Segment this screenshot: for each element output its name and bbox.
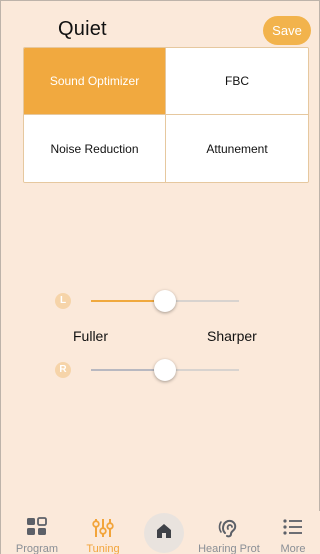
tab-hearing-protection-label: Hearing Prot xyxy=(198,543,260,554)
right-tone-slider-row: R xyxy=(51,358,251,382)
home-button[interactable] xyxy=(144,513,184,553)
tab-tuning-label: Tuning xyxy=(86,543,120,554)
right-tone-track[interactable] xyxy=(91,359,239,381)
tab-more[interactable]: More xyxy=(261,511,320,554)
tone-label-sharper: Sharper xyxy=(207,328,257,344)
tab-program-label: Program xyxy=(15,543,59,554)
tab-bar: Program Tuning Hearing Prot More xyxy=(1,511,320,554)
right-channel-badge: R xyxy=(55,362,71,378)
mode-grid: Sound Optimizer FBC Noise Reduction Attu… xyxy=(23,47,309,183)
home-icon xyxy=(155,522,173,545)
app-screen: Quiet Save Sound Optimizer FBC Noise Red… xyxy=(0,0,320,554)
right-tone-thumb[interactable] xyxy=(154,359,176,381)
left-channel-badge: L xyxy=(55,293,71,309)
left-tone-thumb[interactable] xyxy=(154,290,176,312)
mode-fbc[interactable]: FBC xyxy=(166,48,308,115)
mode-sound-optimizer[interactable]: Sound Optimizer xyxy=(24,48,166,115)
tab-more-label: More xyxy=(280,543,306,554)
page-title: Quiet xyxy=(58,18,107,40)
list-icon xyxy=(282,517,304,542)
tab-tuning[interactable]: Tuning xyxy=(71,511,135,554)
header: Quiet Save xyxy=(1,1,320,45)
tab-program[interactable]: Program xyxy=(5,511,69,554)
ear-icon xyxy=(218,517,240,544)
sliders-icon xyxy=(92,517,114,544)
grid-icon xyxy=(26,517,48,542)
tone-label-fuller: Fuller xyxy=(73,328,109,344)
mode-attunement[interactable]: Attunement xyxy=(166,115,308,182)
left-tone-slider-row: L xyxy=(51,289,251,313)
tab-hearing-protection[interactable]: Hearing Prot xyxy=(197,511,261,554)
save-button[interactable]: Save xyxy=(263,16,311,45)
left-tone-track[interactable] xyxy=(91,290,239,312)
mode-noise-reduction[interactable]: Noise Reduction xyxy=(24,115,166,182)
